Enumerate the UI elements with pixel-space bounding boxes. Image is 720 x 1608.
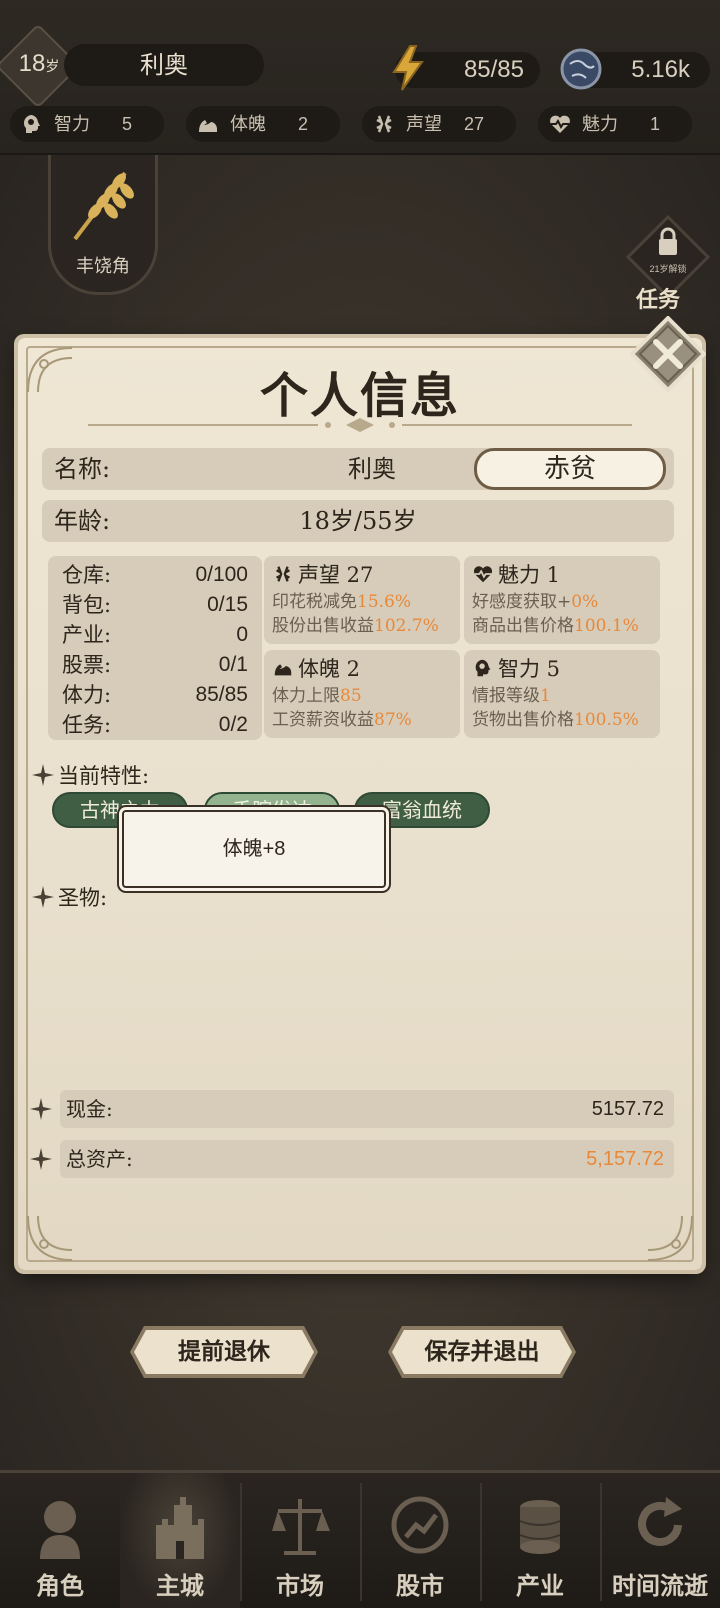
- corner-ornament: [27, 1215, 73, 1261]
- scales-icon: [272, 1499, 330, 1555]
- wealth-status-badge: 赤贫: [474, 448, 666, 490]
- stat-label: 魅力: [582, 114, 618, 134]
- stat-value: 27: [463, 114, 484, 134]
- trait-tooltip: 体魄+8: [122, 810, 386, 888]
- reputation-card[interactable]: 声望 27 印花税减免15.6% 股份出售收益102.7%: [264, 556, 460, 644]
- stat-value: 5: [121, 114, 132, 134]
- cornucopia-label: 丰饶角: [76, 256, 130, 277]
- stat-label: 声望: [406, 114, 442, 134]
- early-retire-button[interactable]: 提前退休: [134, 1330, 314, 1374]
- sparkle-icon: [30, 1148, 52, 1170]
- laurel-icon: [376, 115, 392, 133]
- relics-section-label: 圣物:: [32, 882, 107, 912]
- task-label: 任务: [636, 287, 681, 313]
- nav-stock-market[interactable]: 股市: [360, 1473, 480, 1608]
- charm-card[interactable]: 魅力 1 好感度获取+0% 商品出售价格100.1%: [464, 556, 660, 644]
- sparkle-icon: [30, 1098, 52, 1120]
- refresh-icon: [638, 1497, 682, 1546]
- cornucopia-button[interactable]: 丰饶角: [48, 155, 158, 295]
- dialog-title: 个人信息: [259, 368, 460, 424]
- nav-time-pass[interactable]: 时间流逝: [600, 1473, 720, 1608]
- physique-card[interactable]: 体魄 2 体力上限85 工资薪资收益87%: [264, 650, 460, 738]
- character-icon: [40, 1501, 80, 1559]
- brain-icon: [24, 115, 40, 133]
- stat-label: 智力: [54, 114, 90, 134]
- sparkle-icon: [32, 886, 54, 908]
- summary-line: 产业: 0: [62, 623, 248, 647]
- total-assets-row: 总资产: 5,157.72: [60, 1140, 674, 1178]
- intelligence-card[interactable]: 智力 5 情报等级1 货物出售价格100.5%: [464, 650, 660, 738]
- wheat-icon: [73, 171, 134, 241]
- stat-physique[interactable]: 体魄 2: [186, 106, 340, 142]
- player-name[interactable]: 利奥: [64, 44, 264, 86]
- stat-value: 1: [649, 114, 660, 134]
- traits-section-label: 当前特性:: [32, 760, 149, 790]
- nav-market[interactable]: 市场: [240, 1473, 360, 1608]
- lightning-icon: [392, 45, 424, 91]
- coins-stack-icon: [519, 1500, 561, 1554]
- brain-icon: [475, 659, 491, 677]
- close-button[interactable]: [630, 316, 706, 392]
- assets-key: 总资产:: [66, 1147, 133, 1171]
- summary-line: 仓库: 0/100: [62, 563, 248, 587]
- castle-icon: [156, 1497, 204, 1559]
- cash-key: 现金:: [66, 1097, 113, 1121]
- age-row: 年龄: 18岁/55岁: [42, 500, 674, 542]
- stock-chart-icon: [391, 1496, 449, 1554]
- stat-charm[interactable]: 魅力 1: [538, 106, 692, 142]
- stat-reputation[interactable]: 声望 27: [362, 106, 516, 142]
- summary-line: 股票: 0/1: [62, 653, 248, 677]
- intelligence-title: 智力 5: [498, 657, 561, 681]
- age-value: 18岁/55岁: [299, 507, 417, 535]
- stat-label: 体魄: [230, 114, 266, 134]
- heartbeat-icon: [473, 566, 493, 583]
- heartbeat-icon: [550, 115, 570, 133]
- cash-row: 现金: 5157.72: [60, 1090, 674, 1128]
- save-and-exit-button[interactable]: 保存并退出: [392, 1330, 572, 1374]
- sparkle-icon: [32, 764, 54, 786]
- stat-value: 2: [297, 114, 308, 134]
- top-status-bar: 18岁 利奥 85/85 5.16k 智力 5 体魄 2 声望 27 魅力 1: [0, 0, 720, 155]
- muscle-icon: [274, 664, 292, 676]
- inventory-summary: 仓库: 0/100 背包: 0/15 产业: 0 股票: 0/1 体力: 85/85 任务…: [48, 556, 262, 740]
- assets-value: 5,157.72: [586, 1148, 664, 1170]
- globe-coin-icon: [560, 48, 602, 90]
- bottom-navigation: 角色 主城 市场 股市 产业 时间流逝: [0, 1470, 720, 1608]
- nav-main-city[interactable]: 主城: [120, 1473, 240, 1608]
- muscle-icon: [199, 120, 217, 132]
- summary-line: 体力: 85/85: [62, 683, 248, 707]
- nav-character[interactable]: 角色: [0, 1473, 120, 1608]
- title-divider: [88, 418, 632, 432]
- stat-intelligence[interactable]: 智力 5: [10, 106, 164, 142]
- nav-industry[interactable]: 产业: [480, 1473, 600, 1608]
- summary-line: 任务: 0/2: [62, 713, 248, 737]
- charm-title: 魅力 1: [498, 563, 561, 587]
- physique-title: 体魄 2: [298, 657, 361, 681]
- summary-line: 背包: 0/15: [62, 593, 248, 617]
- corner-ornament: [647, 1215, 693, 1261]
- task-lock-text: 21岁解锁: [649, 263, 686, 274]
- cash-value: 5157.72: [591, 1098, 664, 1120]
- laurel-icon: [276, 566, 290, 582]
- lock-icon: [659, 239, 677, 255]
- reputation-title: 声望 27: [298, 563, 374, 587]
- age-label: 18岁: [18, 50, 60, 77]
